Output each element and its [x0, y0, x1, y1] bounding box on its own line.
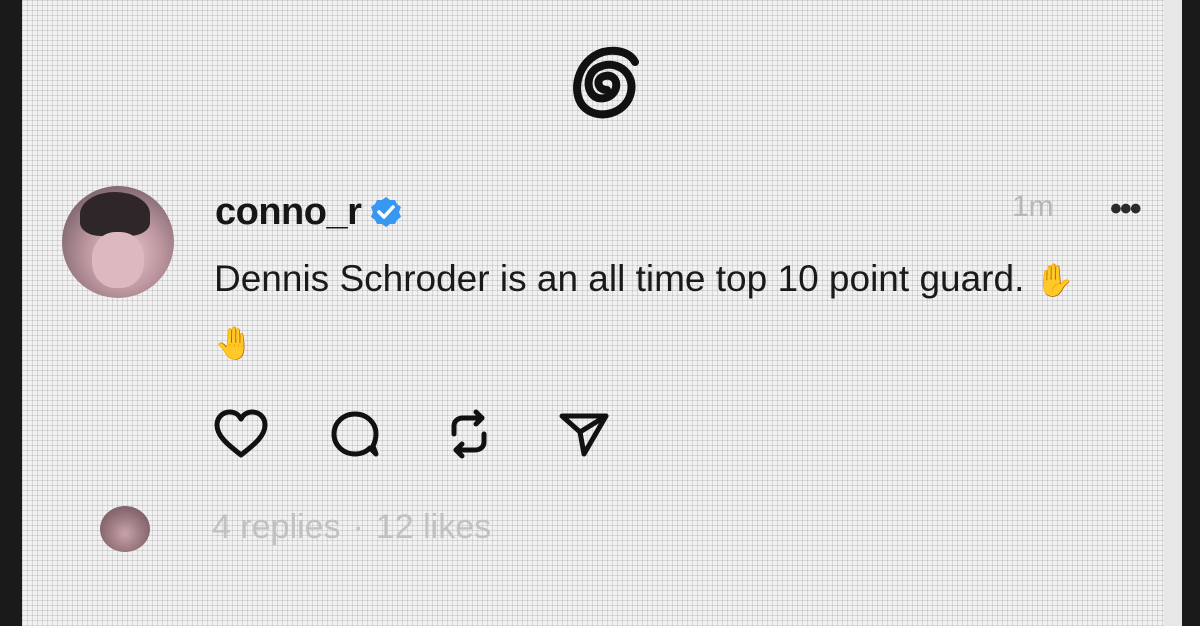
stats-separator: ·: [352, 508, 364, 546]
post-header: conno_r: [215, 186, 403, 238]
heart-icon[interactable]: [212, 408, 270, 460]
threads-logo-icon[interactable]: [567, 38, 645, 130]
username[interactable]: conno_r: [215, 191, 362, 234]
avatar[interactable]: [62, 186, 174, 298]
screen-bezel: [1164, 0, 1182, 626]
verified-badge-icon: [369, 195, 403, 229]
threads-post-screen: conno_r 1m ••• Dennis Schroder is an all…: [22, 0, 1182, 626]
post-stats: 4 replies · 12 likes: [212, 508, 491, 547]
post-text: Dennis Schroder is an all time top 10 po…: [214, 258, 1025, 299]
post-body: Dennis Schroder is an all time top 10 po…: [214, 248, 1114, 374]
more-options-button[interactable]: •••: [1110, 190, 1142, 229]
replies-count[interactable]: 4 replies: [212, 508, 341, 547]
post-actions: [212, 408, 612, 460]
replier-avatar: [100, 506, 150, 552]
comment-icon[interactable]: [326, 408, 384, 460]
repost-icon[interactable]: [440, 408, 498, 460]
likes-count[interactable]: 12 likes: [376, 508, 491, 547]
share-icon[interactable]: [554, 408, 612, 460]
post-timestamp: 1m: [1012, 190, 1054, 223]
